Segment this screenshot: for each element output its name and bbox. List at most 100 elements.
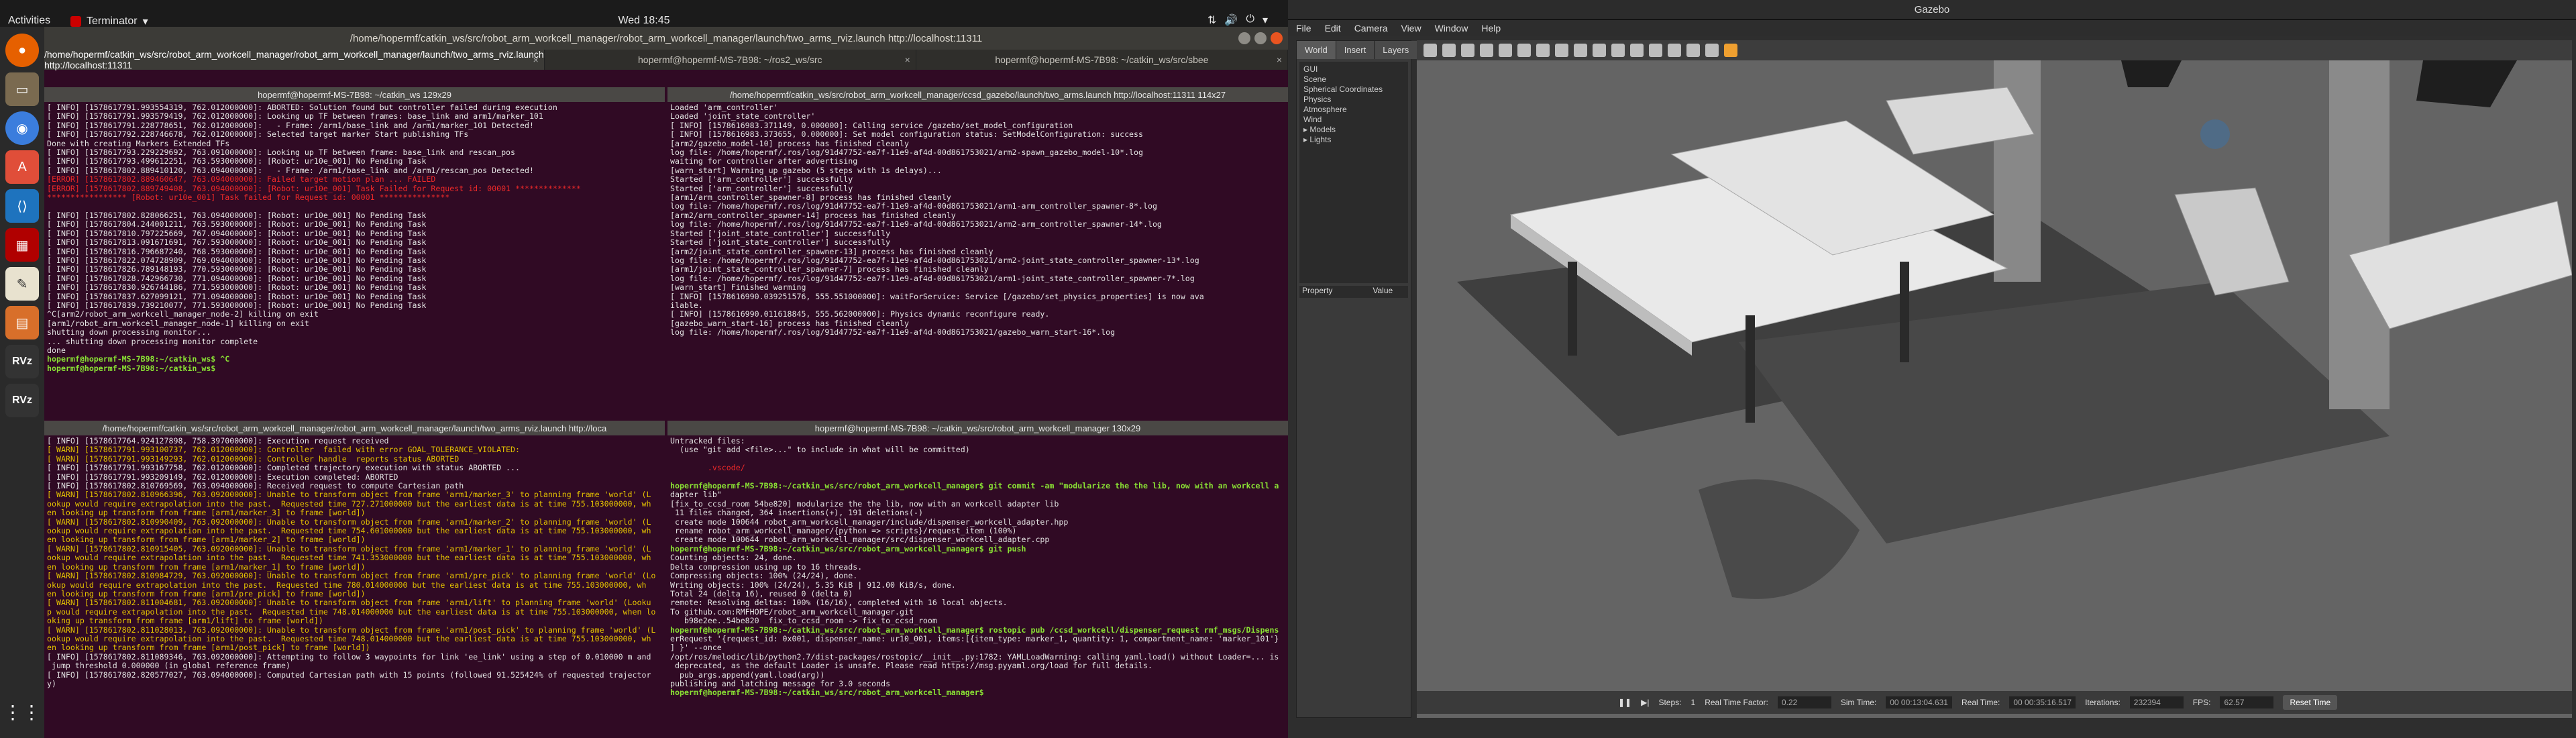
- terminal-tab-1[interactable]: /home/hopermf/catkin_ws/src/robot_arm_wo…: [44, 49, 545, 70]
- terminal-line: [ INFO] [1578617828.742966730, 771.09400…: [47, 273, 427, 283]
- terminal-line: log file: /home/hopermf/.ros/log/91d4775…: [670, 273, 1195, 283]
- terminal-line: Done with creating Markers Extended TFs: [47, 138, 230, 148]
- undo-icon[interactable]: [1499, 44, 1512, 57]
- terminal-line: (use "git add <file>..." to include in w…: [670, 445, 970, 455]
- close-icon[interactable]: [1271, 32, 1283, 44]
- pane-bottom-right[interactable]: hopermf@hopermf-MS-7B98: ~/catkin_ws/src…: [667, 421, 1288, 738]
- terminal-line: [ WARN] [1578617791.993149293, 762.01200…: [47, 454, 460, 464]
- play-pause-icon[interactable]: ❚❚: [1618, 698, 1631, 707]
- pane-output[interactable]: Untracked files: (use "git add <file>...…: [667, 435, 1288, 699]
- world-tree: GUI Scene Spherical Coordinates Physics …: [1299, 62, 1408, 283]
- gazebo-3d-viewport[interactable]: [1417, 40, 2572, 718]
- terminal-tab-3[interactable]: hopermf@hopermf-MS-7B98: ~/catkin_ws/src…: [916, 50, 1289, 70]
- point-light-icon[interactable]: [1593, 44, 1606, 57]
- cylinder-shape-icon[interactable]: [1574, 44, 1587, 57]
- terminal-line: [ INFO] [1578617839.739210077, 771.59300…: [47, 300, 427, 310]
- scale-tool-icon[interactable]: [1480, 44, 1493, 57]
- pane-output[interactable]: [ INFO] [1578617791.993554319, 762.01200…: [44, 102, 665, 374]
- terminal-line: ] }' --once: [670, 643, 722, 653]
- steps-value[interactable]: 1: [1691, 698, 1696, 707]
- reset-time-button[interactable]: Reset Time: [2283, 695, 2338, 710]
- terminal-line: Started ['joint_state_controller'] succe…: [670, 238, 891, 248]
- pane-output[interactable]: [ INFO] [1578617764.924127898, 758.39700…: [44, 435, 665, 690]
- change-view-icon[interactable]: [1724, 44, 1737, 57]
- menu-edit[interactable]: Edit: [1325, 23, 1341, 34]
- snap-icon[interactable]: [1705, 44, 1719, 57]
- firefox-icon[interactable]: ●: [5, 34, 39, 67]
- menu-camera[interactable]: Camera: [1354, 23, 1388, 34]
- tree-item-scene[interactable]: Scene: [1303, 74, 1404, 85]
- copy-icon[interactable]: [1649, 44, 1662, 57]
- terminal-line: ***************** [Robot: ur10e_001] Tas…: [47, 193, 450, 203]
- rviz-icon[interactable]: RVz: [5, 345, 39, 378]
- gazebo-toolbar: [1417, 40, 2572, 60]
- select-tool-icon[interactable]: [1424, 44, 1437, 57]
- pane-bottom-left[interactable]: /home/hopermf/catkin_ws/src/robot_arm_wo…: [44, 421, 665, 738]
- system-tray[interactable]: ⇅ 🔊 ⏻ ▾: [1208, 13, 1268, 27]
- terminal-line: oking up transform from frame [arm1/lift…: [47, 616, 323, 626]
- translate-tool-icon[interactable]: [1442, 44, 1456, 57]
- step-icon[interactable]: ▶|: [1641, 698, 1649, 707]
- maximize-icon[interactable]: [1254, 32, 1267, 44]
- tree-item-models[interactable]: ▸ Models: [1303, 125, 1404, 135]
- terminal-line: p would require extrapolation into the p…: [47, 607, 656, 617]
- close-icon[interactable]: ×: [1277, 54, 1282, 65]
- package-icon[interactable]: ▤: [5, 306, 39, 339]
- terminal-tab-2[interactable]: hopermf@hopermf-MS-7B98: ~/ros2_ws/src ×: [545, 50, 916, 70]
- tree-item-atmosphere[interactable]: Atmosphere: [1303, 105, 1404, 115]
- menu-window[interactable]: Window: [1435, 23, 1468, 34]
- chromium-icon[interactable]: ◉: [5, 111, 39, 145]
- terminal-line: en looking up transform from frame [arm1…: [47, 535, 366, 545]
- terminator-icon[interactable]: ▦: [5, 228, 39, 262]
- tab-layers[interactable]: Layers: [1375, 41, 1418, 59]
- tab-label: hopermf@hopermf-MS-7B98: ~/ros2_ws/src: [638, 54, 822, 65]
- redo-icon[interactable]: [1517, 44, 1531, 57]
- box-shape-icon[interactable]: [1536, 44, 1550, 57]
- menu-file[interactable]: File: [1296, 23, 1311, 34]
- terminal-line: remote: Resolving deltas: 100% (16/16), …: [670, 598, 1008, 608]
- terminal-line: Loaded 'joint_state_controller': [670, 111, 816, 121]
- tree-item-wind[interactable]: Wind: [1303, 115, 1404, 125]
- terminal-line: ... shutting down processing monitor com…: [47, 336, 258, 346]
- terminal-line: en looking up transform from frame [arm1…: [47, 508, 366, 518]
- tree-item-lights[interactable]: ▸ Lights: [1303, 135, 1404, 145]
- rviz-icon[interactable]: RVz: [5, 384, 39, 417]
- terminal-line: [warn_start] Finished warming: [670, 282, 806, 293]
- tree-item-spherical-coordinates[interactable]: Spherical Coordinates: [1303, 85, 1404, 95]
- tree-item-physics[interactable]: Physics: [1303, 95, 1404, 105]
- tab-world[interactable]: World: [1297, 41, 1336, 59]
- menu-view[interactable]: View: [1401, 23, 1421, 34]
- tab-insert[interactable]: Insert: [1336, 41, 1375, 59]
- terminal-line: log file: /home/hopermf/.ros/log/91d4775…: [670, 327, 1116, 337]
- show-apps-icon[interactable]: ⋮⋮: [3, 695, 41, 729]
- gazebo-status-bar: ❚❚ ▶| Steps: 1 Real Time Factor: 0.22 Si…: [1417, 691, 2572, 714]
- directional-light-icon[interactable]: [1630, 44, 1644, 57]
- clock[interactable]: Wed 18:45: [0, 15, 1288, 27]
- align-icon[interactable]: [1686, 44, 1700, 57]
- pane-top-right[interactable]: /home/hopermf/catkin_ws/src/robot_arm_wo…: [667, 87, 1288, 418]
- spot-light-icon[interactable]: [1611, 44, 1625, 57]
- terminal-line: [ INFO] [1578617791.993167758, 762.01200…: [47, 463, 520, 473]
- text-editor-icon[interactable]: ✎: [5, 267, 39, 301]
- close-icon[interactable]: ×: [533, 54, 538, 65]
- minimize-icon[interactable]: [1238, 32, 1250, 44]
- power-icon: ⏻: [1246, 13, 1254, 25]
- paste-icon[interactable]: [1668, 44, 1681, 57]
- terminal-line: .vscode/: [670, 463, 745, 473]
- software-icon[interactable]: A: [5, 150, 39, 184]
- rotate-tool-icon[interactable]: [1461, 44, 1474, 57]
- files-icon[interactable]: ▭: [5, 72, 39, 106]
- terminal-line: Untracked files:: [670, 436, 745, 445]
- sphere-shape-icon[interactable]: [1555, 44, 1568, 57]
- terminal-panes: hopermf@hopermf-MS-7B98: ~/catkin_ws 129…: [44, 87, 1288, 738]
- vscode-icon[interactable]: ⟨⟩: [5, 189, 39, 223]
- terminal-line: [ WARN] [1578617802.810984729, 763.09200…: [47, 571, 656, 581]
- gazebo-title[interactable]: Gazebo: [1288, 0, 2576, 20]
- tree-item-gui[interactable]: GUI: [1303, 64, 1404, 74]
- pane-top-left[interactable]: hopermf@hopermf-MS-7B98: ~/catkin_ws 129…: [44, 87, 665, 418]
- close-icon[interactable]: ×: [905, 54, 910, 65]
- pane-output[interactable]: Loaded 'arm_controller' Loaded 'joint_sta…: [667, 102, 1288, 339]
- menu-help[interactable]: Help: [1481, 23, 1501, 34]
- iterations-label: Iterations:: [2085, 698, 2121, 707]
- terminal-titlebar[interactable]: /home/hopermf/catkin_ws/src/robot_arm_wo…: [44, 27, 1288, 50]
